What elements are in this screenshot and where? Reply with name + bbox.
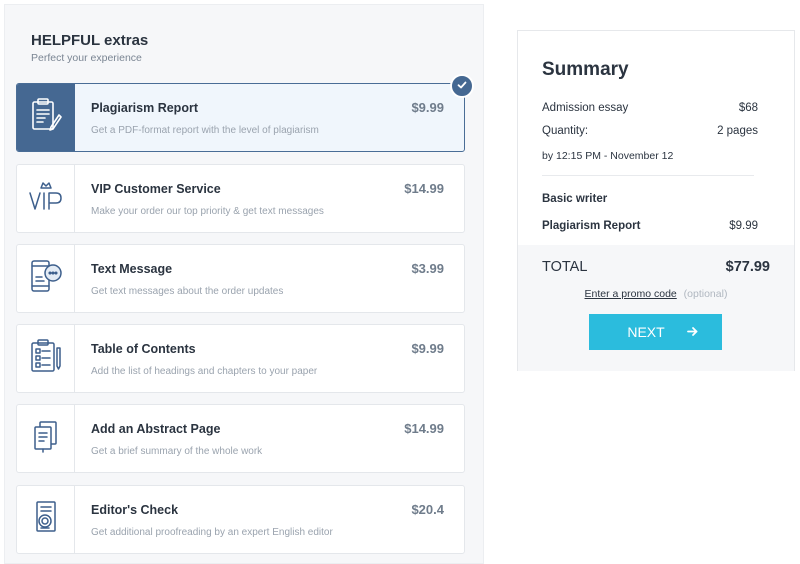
summary-row-deadline: by 12:15 PM - November 12 <box>542 150 758 162</box>
summary-row-paper: Admission essay $68 <box>542 102 758 114</box>
card-name: Text Message <box>91 262 173 276</box>
card-icon-box <box>17 165 75 232</box>
card-price: $20.4 <box>411 502 444 517</box>
card-name: Table of Contents <box>91 342 196 356</box>
total-section: TOTAL $77.99 Enter a promo code (optiona… <box>518 245 794 371</box>
summary-divider <box>542 175 754 176</box>
total-amount: $77.99 <box>725 259 770 275</box>
card-description: Get a PDF-format report with the level o… <box>91 125 319 136</box>
summary-row-quantity: Quantity: 2 pages <box>542 125 758 137</box>
card-price: $14.99 <box>404 421 444 436</box>
card-price: $3.99 <box>411 261 444 276</box>
card-description: Get text messages about the order update… <box>91 286 284 297</box>
extra-card-plagiarism-report[interactable]: Plagiarism Report Get a PDF-format repor… <box>16 74 474 152</box>
card-price: $14.99 <box>404 181 444 196</box>
paper-price: $68 <box>738 102 758 114</box>
card-icon-box <box>17 405 75 472</box>
card-description: Get a brief summary of the whole work <box>91 446 263 457</box>
summary-panel: Summary Admission essay $68 Quantity: 2 … <box>517 30 795 371</box>
promo-code-link[interactable]: Enter a promo code <box>585 288 677 300</box>
card-price: $9.99 <box>411 100 444 115</box>
card-description: Get additional proofreading by an expert… <box>91 527 333 538</box>
card-description: Add the list of headings and chapters to… <box>91 366 318 377</box>
extra-name: Plagiarism Report <box>542 220 641 232</box>
next-label: NEXT <box>627 324 665 340</box>
card-description: Make your order our top priority & get t… <box>91 206 324 217</box>
card-icon-box <box>17 325 75 392</box>
writer-level: Basic writer <box>542 193 608 205</box>
vip-crown-icon <box>27 179 65 218</box>
extra-card-table-of-contents[interactable]: Table of Contents Add the list of headin… <box>16 324 465 393</box>
paper-type: Admission essay <box>542 102 629 114</box>
card-name: Plagiarism Report <box>91 101 198 115</box>
clipboard-pencil-icon <box>29 97 63 138</box>
card-name: Editor's Check <box>91 503 179 517</box>
card-icon-box <box>17 486 75 553</box>
extra-card-abstract-page[interactable]: Add an Abstract Page Get a brief summary… <box>16 404 465 473</box>
card-icon-box <box>17 84 75 151</box>
promo-optional: (optional) <box>683 288 728 300</box>
card-name: VIP Customer Service <box>91 182 221 196</box>
extra-card-text-message[interactable]: Text Message Get text messages about the… <box>16 244 465 313</box>
extra-price: $9.99 <box>729 220 758 232</box>
deadline-text: by 12:15 PM - November 12 <box>542 150 674 162</box>
check-badge <box>450 74 474 98</box>
summary-row-extra: Plagiarism Report $9.99 <box>542 220 758 232</box>
document-pages-icon <box>30 419 62 458</box>
card-name: Add an Abstract Page <box>91 422 221 436</box>
next-button[interactable]: NEXT <box>589 314 722 350</box>
quantity-label: Quantity: <box>542 125 589 137</box>
arrow-right-icon <box>686 324 698 340</box>
extras-subtitle: Perfect your experience <box>31 52 142 64</box>
extra-card-vip-customer-service[interactable]: VIP Customer Service Make your order our… <box>16 164 465 233</box>
extra-card-editors-check[interactable]: Editor's Check Get additional proofreadi… <box>16 485 465 554</box>
checkmark-icon <box>457 77 467 95</box>
extras-title: HELPFUL extras <box>31 32 149 49</box>
summary-row-writer: Basic writer <box>542 193 758 205</box>
promo-row: Enter a promo code (optional) <box>518 288 794 300</box>
checklist-clipboard-icon <box>28 338 64 379</box>
document-magnifier-icon <box>30 499 62 540</box>
total-row: TOTAL $77.99 <box>542 259 770 275</box>
phone-chat-icon <box>28 258 64 299</box>
card-price: $9.99 <box>411 341 444 356</box>
summary-title: Summary <box>542 59 629 80</box>
total-label: TOTAL <box>542 259 588 275</box>
quantity-value: 2 pages <box>717 125 758 137</box>
card-icon-box <box>17 245 75 312</box>
